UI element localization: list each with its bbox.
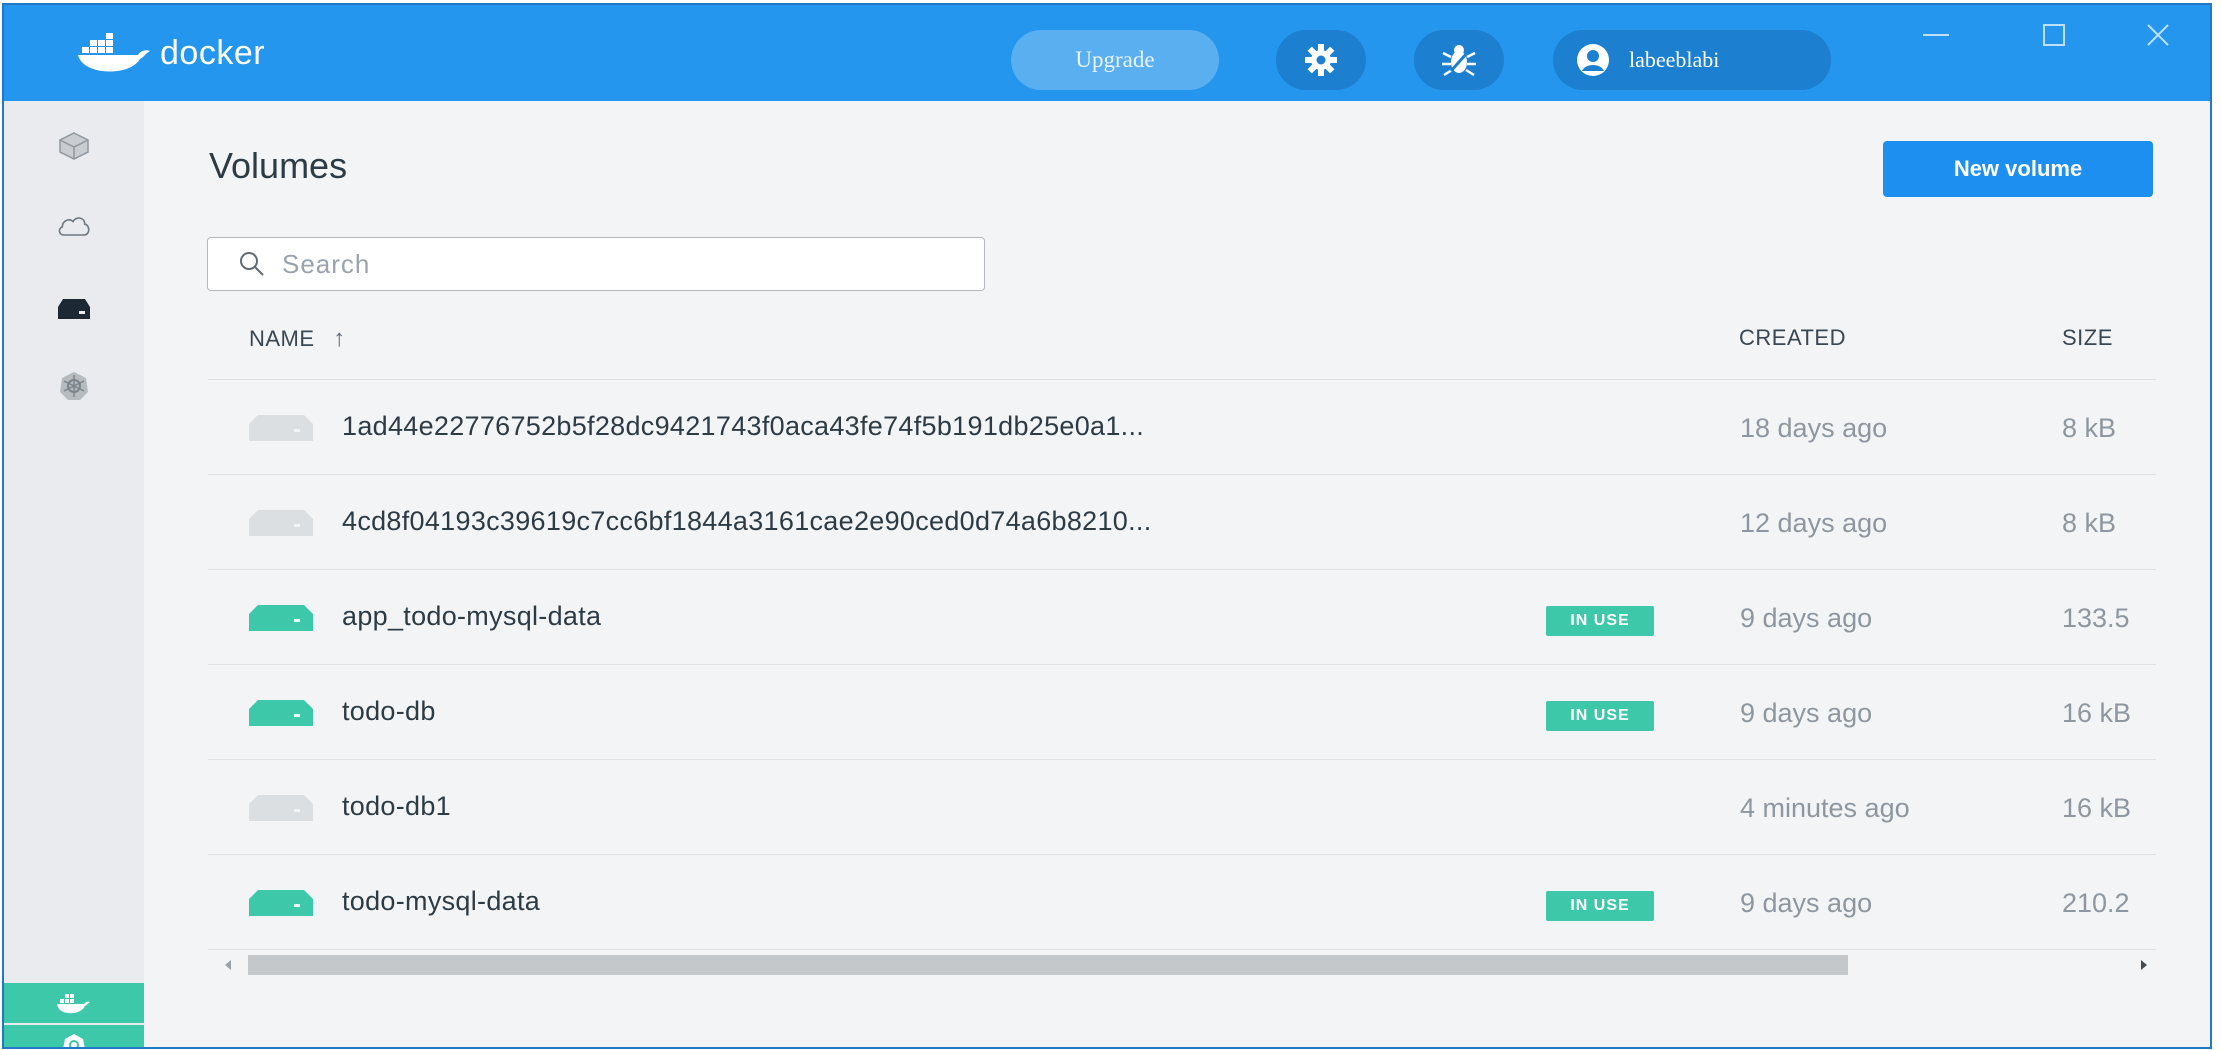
- volume-icon: [249, 795, 313, 821]
- upgrade-button[interactable]: Upgrade: [1011, 30, 1219, 90]
- search-icon: [240, 252, 264, 276]
- sidebar-item-cloud[interactable]: [56, 211, 92, 241]
- name-header-label: NAME: [249, 326, 315, 351]
- created-cell: 4 minutes ago: [1740, 793, 1910, 823]
- size-cell: 8 kB: [2062, 413, 2117, 443]
- docker-whale-icon: [78, 33, 150, 72]
- volumes-icon: [58, 299, 90, 319]
- volume-icon: [249, 700, 313, 726]
- scroll-right-arrow-icon[interactable]: [2134, 951, 2154, 979]
- search-box[interactable]: [207, 237, 985, 291]
- volume-name: 4cd8f04193c39619c7cc6bf1844a3161cae2e90c…: [342, 506, 1152, 536]
- close-icon: [2147, 24, 2169, 46]
- docker-engine-status[interactable]: [4, 983, 144, 1023]
- volume-icon: [249, 605, 313, 631]
- close-button[interactable]: [2128, 15, 2188, 55]
- created-cell: 9 days ago: [1740, 888, 1873, 918]
- volume-name: app_todo-mysql-data: [342, 601, 602, 631]
- column-header-size[interactable]: SIZE: [2062, 325, 2113, 351]
- volume-name: todo-db1: [342, 791, 451, 821]
- column-header-name[interactable]: NAME ↑: [249, 325, 346, 353]
- docker-logo: docker: [76, 33, 265, 73]
- maximize-icon: [2043, 24, 2065, 46]
- account-button[interactable]: labeeblabi: [1553, 30, 1831, 90]
- settings-button[interactable]: [1276, 30, 1366, 90]
- created-cell: 12 days ago: [1740, 508, 1888, 538]
- sort-ascending-icon: ↑: [333, 325, 346, 352]
- table-row[interactable]: todo-mysql-data IN USE 9 days ago 210.2: [208, 854, 2156, 950]
- in-use-badge: IN USE: [1546, 701, 1654, 731]
- kubernetes-status[interactable]: [4, 1025, 144, 1047]
- scrollbar-thumb[interactable]: [248, 955, 1848, 975]
- kubernetes-icon: [60, 372, 88, 400]
- volume-name: todo-mysql-data: [342, 886, 541, 916]
- column-header-created[interactable]: CREATED: [1739, 325, 1846, 351]
- cloud-icon: [58, 217, 90, 236]
- docker-whale-icon: [57, 994, 90, 1014]
- volume-name: todo-db: [342, 696, 436, 726]
- size-cell: 16 kB: [2062, 793, 2132, 823]
- created-cell: 18 days ago: [1740, 413, 1888, 443]
- scroll-left-arrow-icon[interactable]: [218, 951, 238, 979]
- sidebar: [4, 101, 144, 1047]
- table-bottom-border: [208, 949, 2156, 950]
- in-use-badge: IN USE: [1546, 606, 1654, 636]
- created-cell: 9 days ago: [1740, 603, 1873, 633]
- table-row[interactable]: todo-db IN USE 9 days ago 16 kB: [208, 664, 2156, 760]
- table-row[interactable]: 1ad44e22776752b5f28dc9421743f0aca43fe74f…: [208, 379, 2156, 475]
- search-input[interactable]: [280, 247, 924, 281]
- page-title: Volumes: [209, 145, 348, 186]
- volume-name: 1ad44e22776752b5f28dc9421743f0aca43fe74f…: [342, 411, 1145, 441]
- in-use-badge: IN USE: [1546, 891, 1654, 921]
- bug-icon: [1442, 45, 1476, 77]
- volume-icon: [249, 415, 313, 441]
- size-cell: 133.5: [2062, 603, 2130, 633]
- maximize-button[interactable]: [2024, 15, 2084, 55]
- sidebar-item-containers[interactable]: [56, 131, 92, 161]
- user-avatar-icon: [1577, 44, 1609, 76]
- size-cell: 8 kB: [2062, 508, 2117, 538]
- table-row[interactable]: 4cd8f04193c39619c7cc6bf1844a3161cae2e90c…: [208, 474, 2156, 570]
- size-cell: 210.2: [2062, 888, 2130, 918]
- table-row[interactable]: todo-db1 4 minutes ago 16 kB: [208, 759, 2156, 855]
- containers-icon: [59, 132, 89, 160]
- new-volume-button[interactable]: New volume: [1883, 141, 2153, 197]
- minimize-icon: [1923, 34, 1949, 36]
- settings-gear-icon: [1305, 44, 1337, 76]
- volume-icon: [249, 510, 313, 536]
- created-cell: 9 days ago: [1740, 698, 1873, 728]
- sidebar-item-volumes[interactable]: [56, 294, 92, 324]
- volume-icon: [249, 890, 313, 916]
- horizontal-scrollbar[interactable]: [208, 951, 2154, 979]
- size-cell: 16 kB: [2062, 698, 2132, 728]
- docker-desktop-window: docker Upgrade labeeblabi Volumes New vo…: [2, 3, 2212, 1049]
- sidebar-item-kubernetes[interactable]: [56, 371, 92, 401]
- title-bar: docker Upgrade labeeblabi: [4, 5, 2210, 101]
- kubernetes-status-icon: [63, 1034, 85, 1047]
- table-row[interactable]: app_todo-mysql-data IN USE 9 days ago 133.5: [208, 569, 2156, 665]
- minimize-button[interactable]: [1906, 15, 1966, 55]
- app-name: docker: [160, 33, 266, 72]
- troubleshoot-button[interactable]: [1414, 30, 1504, 90]
- username-label: labeeblabi: [1629, 47, 1720, 72]
